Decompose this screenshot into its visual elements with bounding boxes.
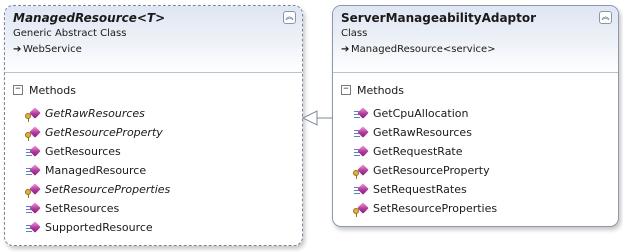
inheritance-arrowhead [301, 110, 318, 126]
inheritance-connector[interactable] [0, 0, 623, 252]
